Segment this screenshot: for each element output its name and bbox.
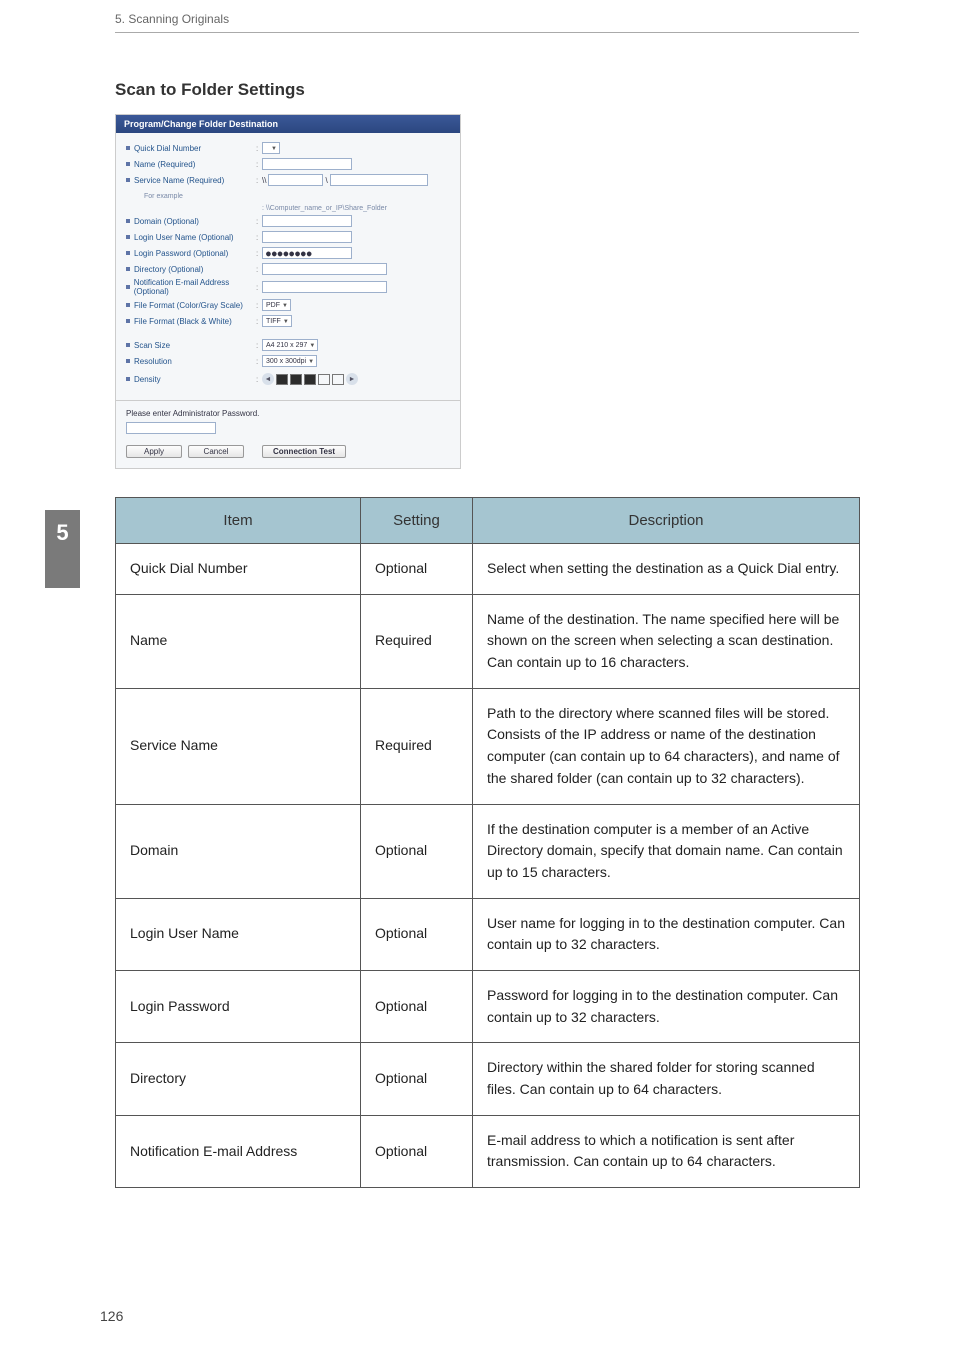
chapter-tab: 5	[45, 510, 80, 588]
label-domain: Domain (Optional)	[134, 217, 199, 226]
example-path: : \\Computer_name_or_IP\Share_Folder	[262, 205, 450, 212]
cell-desc: Path to the directory where scanned file…	[473, 688, 860, 804]
cell-setting: Optional	[361, 544, 473, 595]
cell-desc: Select when setting the destination as a…	[473, 544, 860, 595]
label-service: Service Name (Required)	[134, 176, 224, 185]
label-resolution: Resolution	[134, 357, 172, 366]
ff-color-select[interactable]: PDF	[262, 299, 291, 311]
cell-desc: E-mail address to which a notification i…	[473, 1115, 860, 1187]
table-row: Domain Optional If the destination compu…	[116, 804, 860, 898]
cell-item: Login User Name	[116, 898, 361, 970]
settings-table: Item Setting Description Quick Dial Numb…	[115, 497, 860, 1188]
cell-setting: Optional	[361, 898, 473, 970]
cell-item: Directory	[116, 1043, 361, 1115]
density-cell[interactable]	[290, 374, 302, 385]
table-row: Directory Optional Directory within the …	[116, 1043, 860, 1115]
section-title: Scan to Folder Settings	[115, 80, 860, 100]
cell-item: Notification E-mail Address	[116, 1115, 361, 1187]
domain-input[interactable]	[262, 215, 352, 227]
label-notify: Notification E-mail Address (Optional)	[134, 278, 256, 296]
label-ff-color: File Format (Color/Gray Scale)	[134, 301, 243, 310]
connection-test-button[interactable]: Connection Test	[262, 445, 346, 458]
cell-desc: Password for logging in to the destinati…	[473, 970, 860, 1042]
density-cell[interactable]	[276, 374, 288, 385]
admin-password-prompt: Please enter Administrator Password.	[126, 409, 450, 418]
resolution-select[interactable]: 300 x 300dpi	[262, 355, 317, 367]
scan-size-select[interactable]: A4 210 x 297	[262, 339, 318, 351]
table-row: Login User Name Optional User name for l…	[116, 898, 860, 970]
label-density: Density	[134, 375, 161, 384]
density-cell[interactable]	[332, 374, 344, 385]
cell-setting: Optional	[361, 1043, 473, 1115]
directory-input[interactable]	[262, 263, 387, 275]
cell-desc: If the destination computer is a member …	[473, 804, 860, 898]
login-pass-input[interactable]: ●●●●●●●●	[262, 247, 352, 259]
density-slider[interactable]: ◄ ►	[262, 373, 358, 385]
density-cell[interactable]	[304, 374, 316, 385]
service-host-input[interactable]	[268, 174, 323, 186]
density-lighter-icon[interactable]: ◄	[262, 373, 274, 385]
label-name: Name (Required)	[134, 160, 195, 169]
cell-item: Name	[116, 594, 361, 688]
service-folder-input[interactable]	[330, 174, 428, 186]
chapter-number: 5	[56, 520, 68, 546]
label-login-pass: Login Password (Optional)	[134, 249, 228, 258]
cell-desc: User name for logging in to the destinat…	[473, 898, 860, 970]
table-row: Notification E-mail Address Optional E-m…	[116, 1115, 860, 1187]
cell-desc: Directory within the shared folder for s…	[473, 1043, 860, 1115]
ff-bw-select[interactable]: TIFF	[262, 315, 292, 327]
table-row: Login Password Optional Password for log…	[116, 970, 860, 1042]
cell-setting: Optional	[361, 804, 473, 898]
density-cell[interactable]	[318, 374, 330, 385]
table-row: Quick Dial Number Optional Select when s…	[116, 544, 860, 595]
cell-item: Quick Dial Number	[116, 544, 361, 595]
col-description: Description	[473, 498, 860, 544]
label-example: For example	[144, 193, 183, 200]
page-number: 126	[100, 1308, 123, 1324]
label-quick-dial: Quick Dial Number	[134, 144, 201, 153]
cell-item: Domain	[116, 804, 361, 898]
notify-input[interactable]	[262, 281, 387, 293]
service-prefix: \\	[262, 176, 266, 185]
cell-setting: Required	[361, 594, 473, 688]
service-mid: \	[325, 176, 327, 185]
cell-setting: Optional	[361, 1115, 473, 1187]
label-directory: Directory (Optional)	[134, 265, 203, 274]
cell-setting: Required	[361, 688, 473, 804]
panel-title: Program/Change Folder Destination	[116, 115, 460, 133]
table-row: Name Required Name of the destination. T…	[116, 594, 860, 688]
cell-item: Service Name	[116, 688, 361, 804]
page-header: 5. Scanning Originals	[115, 12, 859, 33]
breadcrumb: 5. Scanning Originals	[115, 12, 229, 26]
cell-setting: Optional	[361, 970, 473, 1042]
cell-item: Login Password	[116, 970, 361, 1042]
apply-button[interactable]: Apply	[126, 445, 182, 458]
col-setting: Setting	[361, 498, 473, 544]
label-scan-size: Scan Size	[134, 341, 170, 350]
table-row: Service Name Required Path to the direct…	[116, 688, 860, 804]
cancel-button[interactable]: Cancel	[188, 445, 244, 458]
col-item: Item	[116, 498, 361, 544]
settings-panel-screenshot: Program/Change Folder Destination Quick …	[115, 114, 461, 469]
quick-dial-select[interactable]	[262, 142, 280, 154]
name-input[interactable]	[262, 158, 352, 170]
density-darker-icon[interactable]: ►	[346, 373, 358, 385]
cell-desc: Name of the destination. The name specif…	[473, 594, 860, 688]
login-user-input[interactable]	[262, 231, 352, 243]
label-login-user: Login User Name (Optional)	[134, 233, 234, 242]
admin-password-input[interactable]	[126, 422, 216, 434]
label-ff-bw: File Format (Black & White)	[134, 317, 232, 326]
